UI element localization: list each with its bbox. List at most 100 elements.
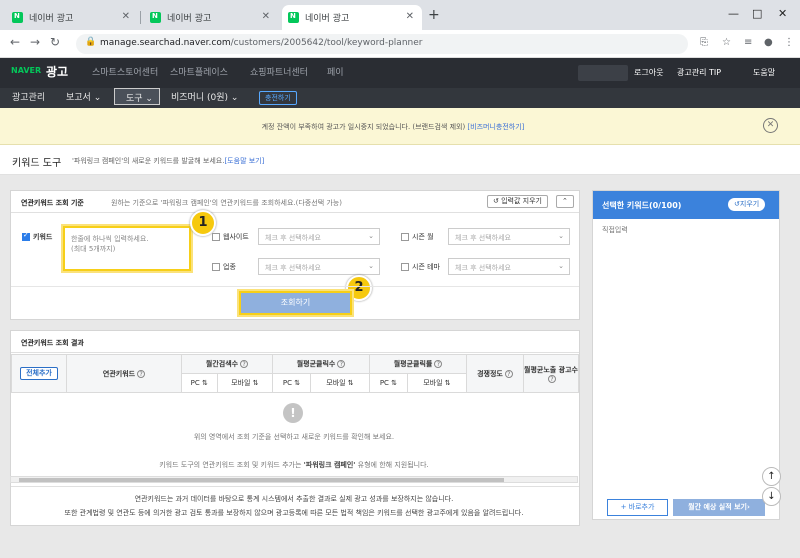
website-checkbox[interactable] <box>212 233 220 241</box>
scrollbar-thumb[interactable] <box>19 478 504 482</box>
results-table: 전체추가 연관키워드? 월간검색수? 월평균클릭수? 월평균클릭률? 경쟁정도?… <box>11 354 579 393</box>
clear-button[interactable]: ↺지우기 <box>728 198 766 211</box>
nav-item-ad-manage[interactable]: 광고관리 <box>12 88 45 108</box>
browser-toolbar: ← → ↻ 🔒 manage.searchad.naver.com/custom… <box>0 30 800 58</box>
season-theme-checkbox[interactable] <box>401 263 409 271</box>
close-icon[interactable]: ✕ <box>262 11 270 22</box>
back-arrow-icon[interactable]: ← <box>10 35 20 49</box>
criteria-title: 연관키워드 조회 기준 <box>21 199 84 207</box>
sub-mobile[interactable]: 모바일 ⇅ <box>406 373 468 393</box>
footnote-2: 또한 관계법령 및 연관도 등에 의거한 광고 검토 통과를 보장하지 않으며 … <box>64 509 524 517</box>
season-theme-select[interactable]: 체크 후 선택하세요 ⌄ <box>448 258 570 275</box>
website-select[interactable]: 체크 후 선택하세요 ⌄ <box>258 228 380 245</box>
star-icon[interactable]: ☆ <box>722 37 731 48</box>
footnote-1: 연관키워드는 과거 데이터를 바탕으로 통계 시스템에서 추출한 결과로 실제 … <box>134 495 454 503</box>
industry-select[interactable]: 체크 후 선택하세요 ⌄ <box>258 258 380 275</box>
refresh-icon: ↺ <box>493 197 502 205</box>
help-icon[interactable]: ? <box>240 360 249 368</box>
col-avg-clicks: 월평균클릭수? <box>272 354 371 374</box>
sub-mobile[interactable]: 모바일 ⇅ <box>309 373 371 393</box>
browser-tab[interactable]: 네이버 광고 ✕ <box>6 5 138 30</box>
search-button[interactable]: 조회하기 <box>239 291 352 315</box>
sub-mobile[interactable]: 모바일 ⇅ <box>216 373 274 393</box>
minimize-button[interactable]: — <box>728 7 739 20</box>
charge-button[interactable]: 충전하기 <box>259 91 297 105</box>
collapse-button[interactable]: ⌃ <box>556 195 574 208</box>
browser-tab-active[interactable]: 네이버 광고 ✕ <box>282 5 422 30</box>
translate-icon[interactable]: ⎘ <box>700 37 708 48</box>
chevron-down-icon: ⌄ <box>368 232 374 240</box>
new-tab-button[interactable]: + <box>428 7 440 23</box>
nav-item-report[interactable]: 보고서 ⌄ <box>66 88 101 108</box>
website-label: 웹사이트 <box>223 233 249 241</box>
browser-tab[interactable]: 네이버 광고 ✕ <box>144 5 278 30</box>
notice-banner: 계정 잔액이 부족하여 광고가 일시중지 되었습니다. (브랜드검색 제외) [… <box>0 108 800 145</box>
gnb-item-smartstore[interactable]: 스마트스토어센터 <box>92 65 158 78</box>
url-text: manage.searchad.naver.com/customers/2005… <box>100 38 423 48</box>
naver-favicon-icon <box>288 12 299 23</box>
gnb-item-smartplace[interactable]: 스마트플레이스 <box>170 65 228 78</box>
help-icon[interactable]: ? <box>504 369 513 378</box>
close-icon[interactable]: ✕ <box>763 118 778 133</box>
gnb-item-shopping-partner[interactable]: 쇼핑파트너센터 <box>250 65 308 78</box>
criteria-header: 연관키워드 조회 기준 원하는 기준으로 '파워링크 캠페인'의 연관키워드를 … <box>11 191 579 213</box>
address-bar[interactable]: 🔒 manage.searchad.naver.com/customers/20… <box>76 34 688 54</box>
sub-pc[interactable]: PC ⇅ <box>369 373 408 393</box>
scroll-up-button[interactable]: ↑ <box>762 467 781 486</box>
help-icon[interactable]: ? <box>137 369 146 378</box>
season-month-select[interactable]: 체크 후 선택하세요 ⌄ <box>448 228 570 245</box>
results-header: 연관키워드 조회 결과 <box>11 331 579 353</box>
col-competition: 경쟁정도? <box>466 354 524 393</box>
col-monthly-search: 월간검색수? <box>180 354 274 374</box>
add-all-cell: 전체추가 <box>11 354 67 393</box>
sub-nav-bar: 광고관리 보고서 ⌄ 도구 ⌄ 비즈머니 (0원) ⌄ 충전하기 <box>0 88 800 108</box>
chevron-down-icon: ⌄ <box>558 232 564 240</box>
chevron-down-icon: ⌄ <box>558 262 564 270</box>
season-month-checkbox[interactable] <box>401 233 409 241</box>
direct-input-label: 직접입력 <box>602 226 628 234</box>
help-view-link[interactable]: [도움말 보기] <box>224 157 264 165</box>
tab-separator <box>140 11 141 24</box>
chevron-up-icon: ⌃ <box>562 197 568 205</box>
industry-checkbox[interactable] <box>212 263 220 271</box>
naver-favicon-icon <box>12 12 23 23</box>
help-icon[interactable]: ? <box>337 360 346 368</box>
maximize-button[interactable]: □ <box>752 7 762 20</box>
close-icon[interactable]: ✕ <box>122 11 130 22</box>
horizontal-scrollbar[interactable] <box>10 476 578 483</box>
reload-icon[interactable]: ↻ <box>50 35 60 49</box>
selected-keywords-panel: 선택한 키워드(0/100) ↺지우기 직접입력 + 바로추가 월간 예상 실적… <box>592 190 780 520</box>
selected-title: 선택한 키워드(0/100) <box>602 201 682 210</box>
tab-title: 네이버 광고 <box>29 14 74 24</box>
reading-list-icon[interactable]: ≡ <box>744 37 752 48</box>
bizmoney-charge-link[interactable]: [비즈머니충전하기] <box>467 123 524 131</box>
nav-item-tools[interactable]: 도구 ⌄ <box>114 88 160 105</box>
naver-logo[interactable]: NAVER <box>11 66 41 75</box>
logout-link[interactable]: 로그아웃 <box>634 67 663 78</box>
ad-logo[interactable]: 광고 <box>46 63 68 80</box>
sub-pc[interactable]: PC ⇅ <box>272 373 311 393</box>
close-icon[interactable]: ✕ <box>406 11 414 22</box>
account-name-blurred <box>578 65 628 81</box>
close-window-button[interactable]: ✕ <box>778 7 787 20</box>
nav-item-bizmoney[interactable]: 비즈머니 (0원) ⌄ <box>171 88 238 108</box>
help-link[interactable]: 도움말 <box>753 67 775 78</box>
sub-pc[interactable]: PC ⇅ <box>181 373 218 393</box>
forward-arrow-icon[interactable]: → <box>30 35 40 49</box>
col-avg-ads: 월평균노출 광고수? <box>523 354 579 393</box>
gnb-item-pay[interactable]: 페이 <box>327 65 344 78</box>
profile-icon[interactable]: ● <box>764 37 773 48</box>
keyword-checkbox[interactable] <box>22 231 30 241</box>
keyword-input[interactable]: 한줄에 하나씩 입력하세요. (최대 5개까지) <box>63 226 191 271</box>
add-all-button[interactable]: 전체추가 <box>20 367 58 380</box>
browser-tab-bar: 네이버 광고 ✕ 네이버 광고 ✕ 네이버 광고 ✕ + — □ ✕ <box>0 0 800 30</box>
scroll-down-button[interactable]: ↓ <box>762 487 781 506</box>
help-icon[interactable]: ? <box>548 374 556 383</box>
monthly-estimate-button[interactable]: 월간 예상 실적 보기› <box>673 499 765 516</box>
page-title: 키워드 도구 <box>12 158 62 169</box>
help-icon[interactable]: ? <box>434 360 443 368</box>
ad-tip-link[interactable]: 광고관리 TIP <box>677 67 721 78</box>
menu-dots-icon[interactable]: ⋮ <box>784 37 794 48</box>
reset-input-button[interactable]: ↺ 입력값 지우기 <box>487 195 548 208</box>
quick-add-button[interactable]: + 바로추가 <box>607 499 668 516</box>
